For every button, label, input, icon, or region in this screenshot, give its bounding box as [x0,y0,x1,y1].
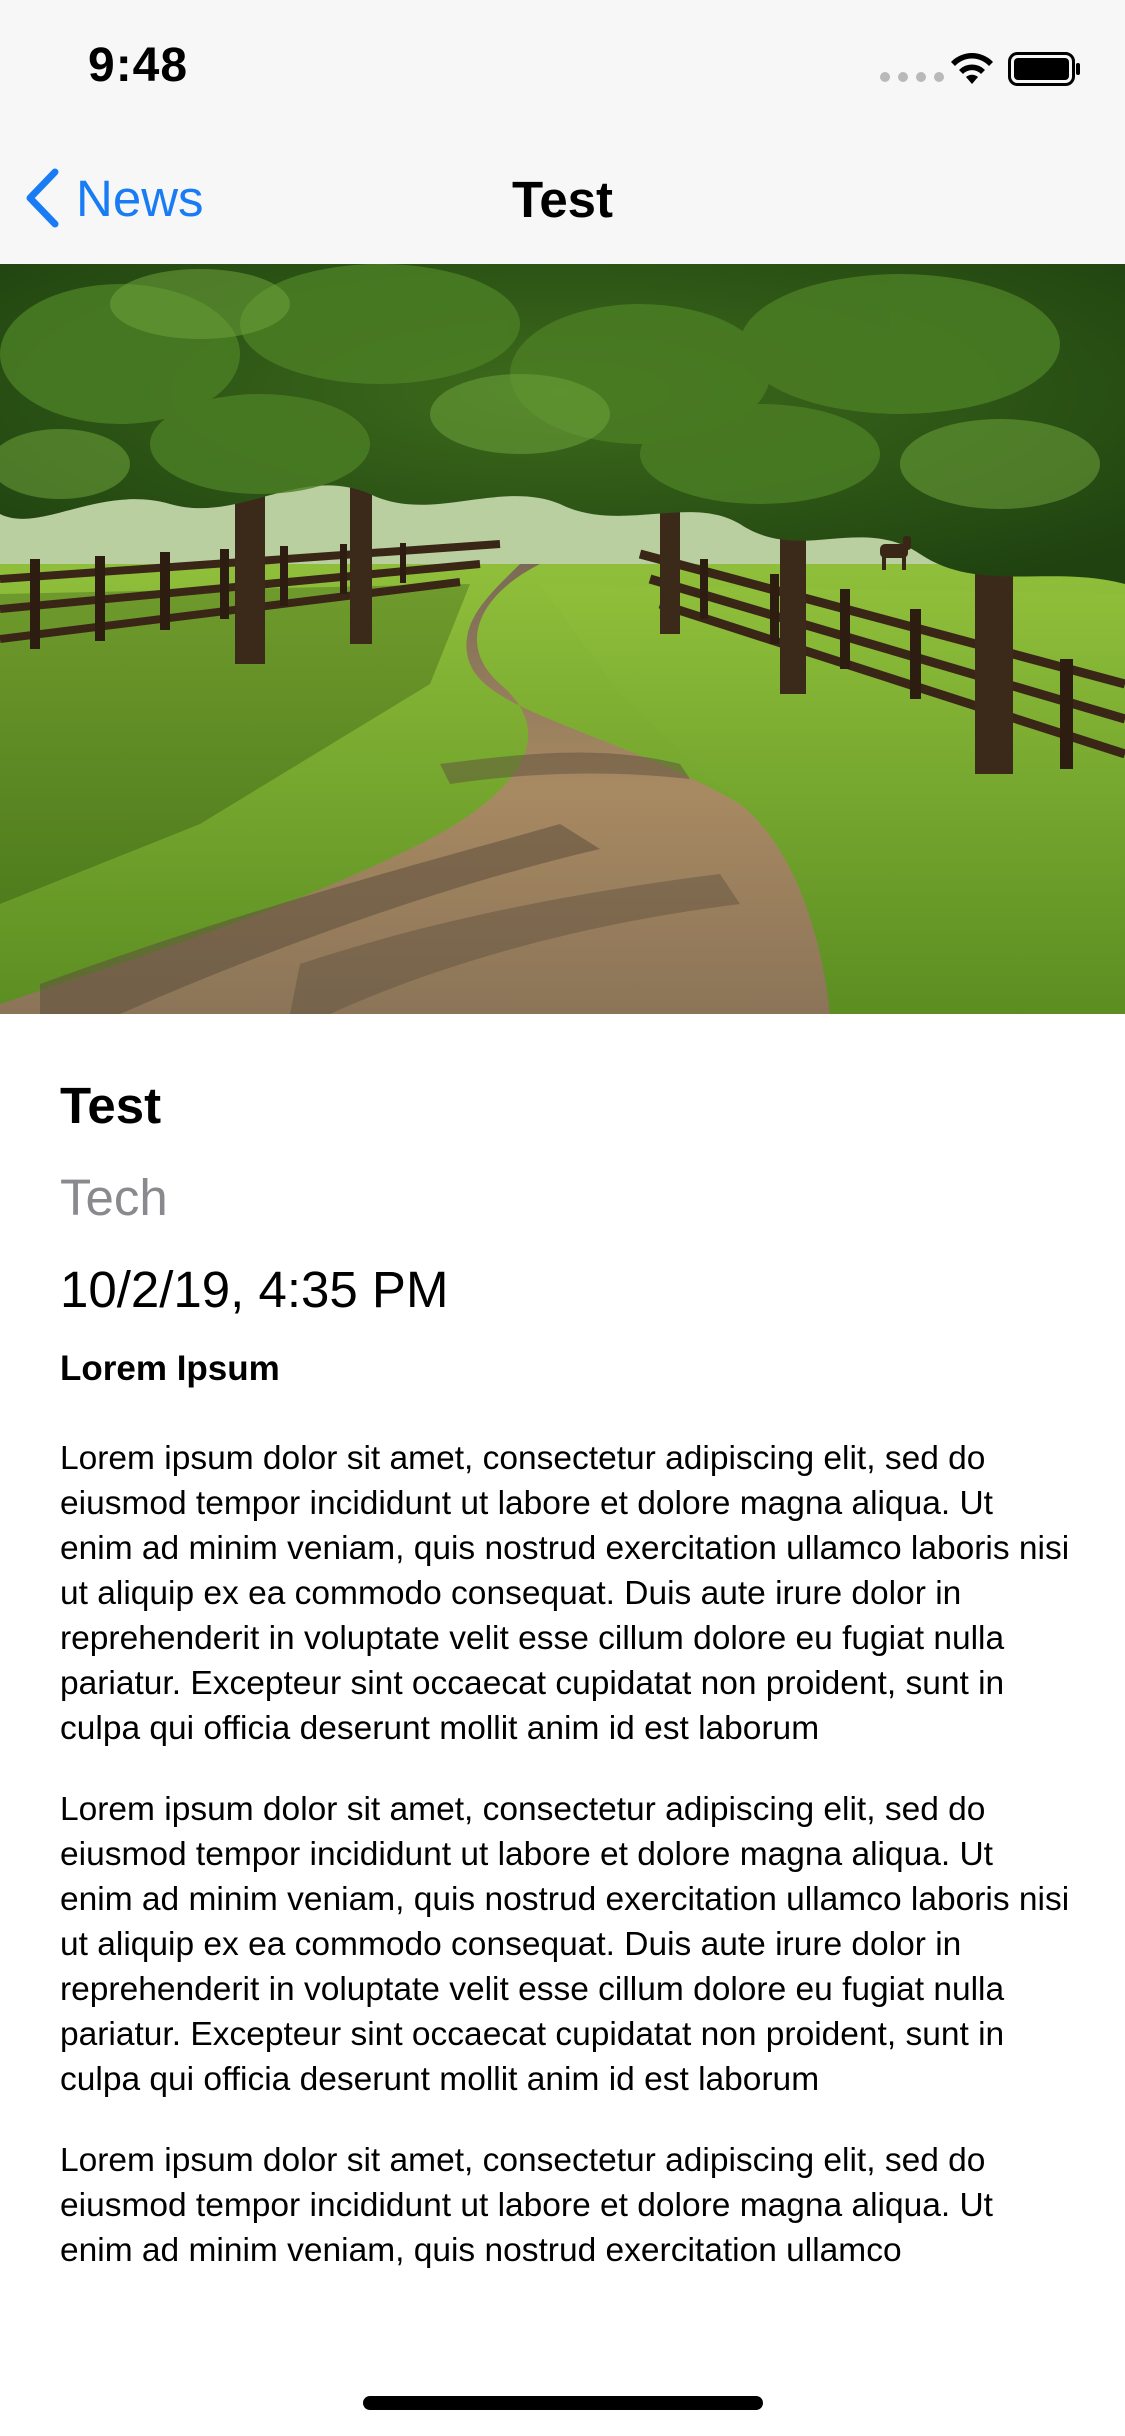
status-bar: 9:48 [0,0,1125,132]
article-paragraph: Lorem ipsum dolor sit amet, consectetur … [60,1791,1070,2098]
home-indicator[interactable] [363,2396,763,2410]
navigation-bar: News Test [0,132,1125,264]
article-paragraph: Lorem ipsum dolor sit amet, consectetur … [60,2142,993,2269]
article-content: Test Tech 10/2/19, 4:35 PM Lorem Ipsum L… [60,1014,1072,2334]
article-category: Tech [60,1169,168,1226]
article-hero-image [0,264,1125,1014]
nav-title: Test [511,171,614,228]
status-time: 9:48 [88,39,189,92]
signal-dots-icon [880,72,944,82]
article-detail-screen: 9:48 News Test Test Tech 10/2/19, 4:35 P… [0,0,1125,2436]
article-date: 10/2/19, 4:35 PM [60,1261,449,1318]
article-heading: Lorem Ipsum [60,1349,280,1388]
article-title: Test [60,1077,162,1134]
tree-lined-road-photo [0,264,1125,1014]
wifi-icon [951,53,993,84]
article-paragraph: Lorem ipsum dolor sit amet, consectetur … [60,1440,1070,1747]
battery-icon [1008,52,1080,86]
